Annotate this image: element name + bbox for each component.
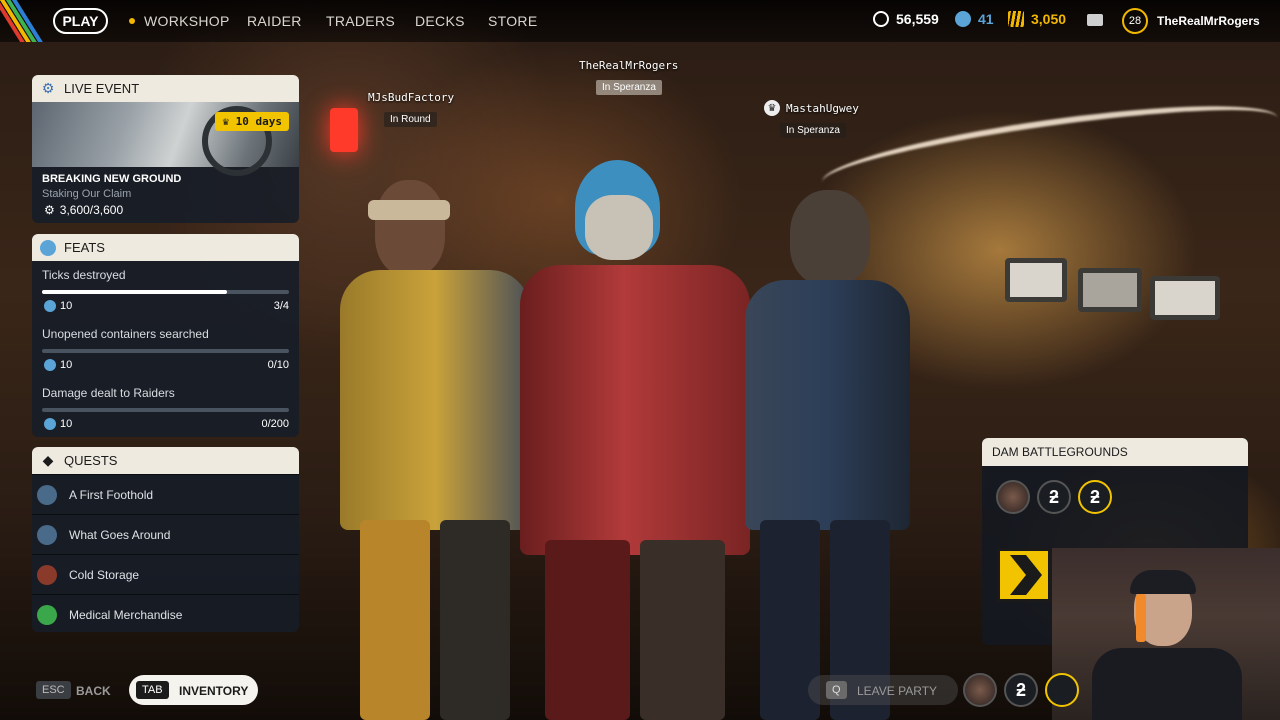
- live-event-image: ♛ 10 days: [32, 102, 299, 176]
- raider-character-right: [735, 190, 915, 720]
- chevron-right-icon: [1010, 555, 1042, 595]
- brand-stripes: [0, 0, 44, 42]
- map-title: DAM BATTLEGROUNDS: [982, 438, 1248, 466]
- webcam-overlay: [1052, 548, 1280, 720]
- feat-item[interactable]: Unopened containers searched 10 0/10: [32, 320, 299, 379]
- deploy-chevron-button[interactable]: [997, 548, 1051, 602]
- username[interactable]: TheRealMrRogers: [1157, 14, 1260, 28]
- esc-key-hint: ESC: [36, 681, 71, 699]
- raider-character-center: [500, 160, 770, 720]
- party-avatar[interactable]: [963, 673, 997, 707]
- q-key-hint: Q: [826, 681, 847, 699]
- mail-icon[interactable]: [1087, 14, 1103, 26]
- feats-coin-icon: [32, 234, 64, 261]
- quests-panel: ◆ QUESTS A First Foothold What Goes Arou…: [32, 447, 299, 632]
- background-red-sign: [330, 108, 358, 152]
- party-member-name[interactable]: MJsBudFactory: [368, 91, 454, 104]
- tokens-display[interactable]: 41: [955, 11, 994, 27]
- quest-item[interactable]: Medical Merchandise: [32, 594, 299, 632]
- inventory-label: INVENTORY: [179, 684, 249, 698]
- gear-icon: ⚙: [41, 80, 55, 96]
- feat-progress-bar: [42, 349, 289, 353]
- player-level-badge[interactable]: 28: [1122, 8, 1148, 34]
- nav-raider[interactable]: RAIDER: [247, 13, 302, 29]
- feats-header: FEATS: [32, 234, 299, 261]
- party-member-status: In Speranza: [596, 80, 662, 95]
- quest-giver-avatar: [37, 604, 57, 625]
- quest-diamond-icon: ◆: [42, 452, 54, 468]
- feat-item[interactable]: Ticks destroyed 10 3/4: [32, 261, 299, 320]
- live-event-subtitle: Staking Our Claim: [42, 188, 132, 200]
- party-member-name[interactable]: TheRealMrRogers: [579, 59, 678, 72]
- feat-item[interactable]: Damage dealt to Raiders 10 0/200: [32, 379, 299, 437]
- live-event-panel[interactable]: ⚙ LIVE EVENT ♛ 10 days BREAKING NEW GROU…: [32, 75, 299, 223]
- background-tv-screen: [1150, 276, 1220, 320]
- background-tv-screen: [1005, 258, 1067, 302]
- party-leader-crown-icon: ♛: [764, 100, 780, 116]
- party-avatar: [996, 480, 1030, 514]
- background-tv-screen: [1078, 268, 1142, 312]
- party-avatar[interactable]: [1045, 673, 1079, 707]
- nav-workshop[interactable]: WORKSHOP: [129, 13, 230, 29]
- live-event-progress: ⚙ 3,600/3,600: [44, 203, 124, 217]
- tab-key-hint: TAB: [136, 681, 169, 699]
- token-coin-icon: [44, 359, 56, 371]
- feat-progress-bar: [42, 290, 289, 294]
- quest-giver-avatar: [37, 524, 57, 545]
- credits-display[interactable]: 56,559: [873, 11, 939, 27]
- quest-giver-avatar: [37, 484, 57, 505]
- microphone: [1136, 594, 1146, 642]
- event-days-badge: ♛ 10 days: [215, 112, 289, 131]
- quest-item[interactable]: Cold Storage: [32, 554, 299, 594]
- streamer-cap: [1130, 570, 1196, 594]
- raider-coins-display[interactable]: 3,050: [1008, 11, 1066, 27]
- quest-item[interactable]: What Goes Around: [32, 514, 299, 554]
- party-member-name[interactable]: MastahUgwey: [786, 102, 859, 115]
- quests-header: ◆ QUESTS: [32, 447, 299, 474]
- notification-dot-icon: [129, 18, 135, 24]
- raider-coins-icon: [1008, 11, 1024, 27]
- feat-progress-bar: [42, 408, 289, 412]
- top-navigation-bar: PLAY WORKSHOP RAIDER TRADERS DECKS STORE…: [0, 0, 1280, 42]
- party-avatar: ƻ: [1078, 480, 1112, 514]
- party-member-status: In Speranza: [780, 123, 846, 138]
- back-button[interactable]: BACK: [76, 684, 111, 698]
- feat-progress-fill: [42, 290, 228, 294]
- credits-icon: [873, 11, 889, 27]
- feats-panel[interactable]: FEATS Ticks destroyed 10 3/4 Unopened co…: [32, 234, 299, 437]
- leave-party-label: LEAVE PARTY: [857, 684, 938, 698]
- live-event-header: ⚙ LIVE EVENT: [32, 75, 299, 102]
- gear-icon: ⚙: [44, 203, 55, 217]
- party-avatar: ƻ: [1037, 480, 1071, 514]
- nav-traders[interactable]: TRADERS: [326, 13, 395, 29]
- token-coin-icon: [44, 418, 56, 430]
- streamer-body: [1092, 648, 1242, 720]
- live-event-title: BREAKING NEW GROUND: [42, 173, 182, 185]
- play-button[interactable]: PLAY: [53, 8, 108, 34]
- quest-giver-avatar: [37, 564, 57, 585]
- token-coin-icon: [44, 300, 56, 312]
- party-member-status: In Round: [384, 112, 437, 127]
- quest-item[interactable]: A First Foothold: [32, 474, 299, 514]
- nav-decks[interactable]: DECKS: [415, 13, 465, 29]
- token-coin-icon: [955, 11, 971, 27]
- nav-store[interactable]: STORE: [488, 13, 537, 29]
- party-avatar[interactable]: ƻ: [1004, 673, 1038, 707]
